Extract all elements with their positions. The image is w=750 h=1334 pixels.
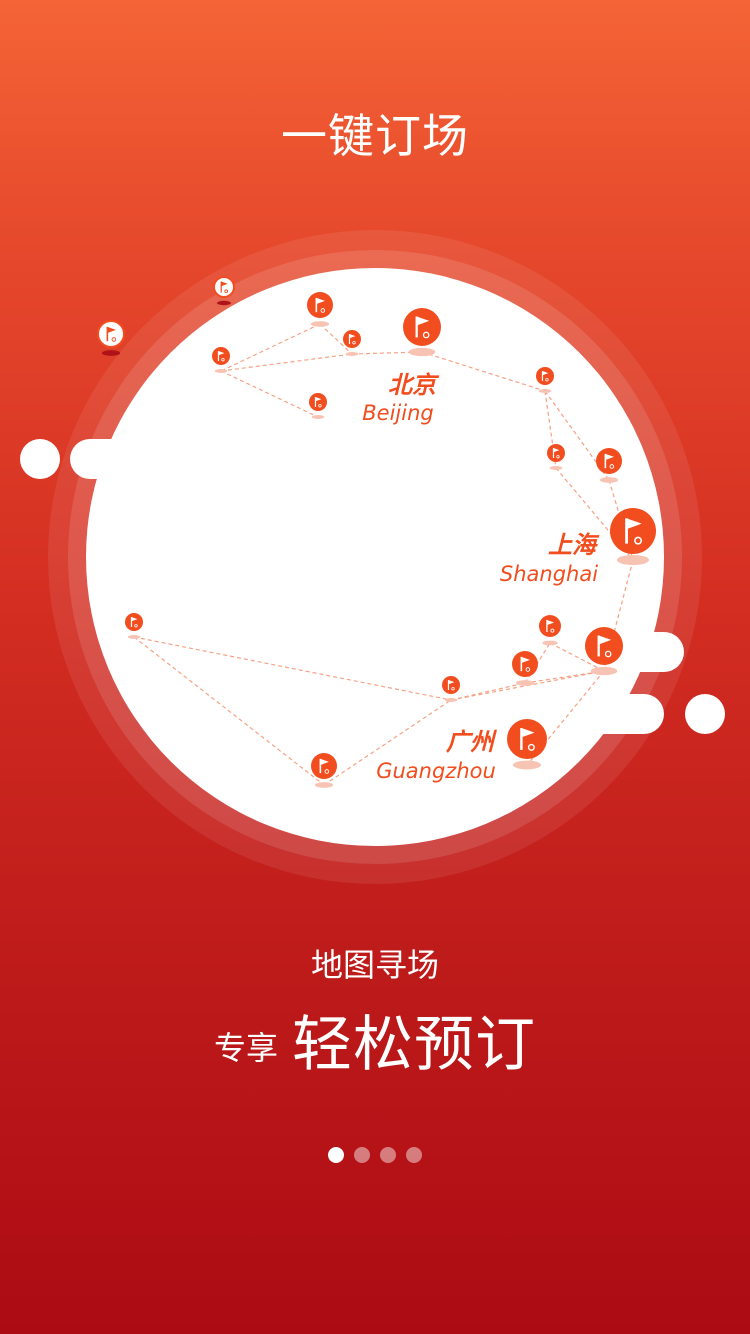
route-line bbox=[220, 353, 353, 372]
page-indicator bbox=[0, 1147, 750, 1163]
page-dot[interactable] bbox=[328, 1147, 344, 1163]
city-label-beijing-en: Beijing bbox=[362, 401, 433, 425]
page-dot[interactable] bbox=[406, 1147, 422, 1163]
headline: 专享 轻松预订 bbox=[0, 996, 750, 1083]
city-label-shanghai-en: Shanghai bbox=[500, 562, 598, 586]
route-line bbox=[220, 323, 321, 372]
city-label-guangzhou-zh: 广州 bbox=[446, 728, 497, 756]
golf-flag-pin-icon bbox=[213, 276, 235, 306]
city-label-shanghai-zh: 上海 bbox=[548, 531, 600, 559]
page-dot[interactable] bbox=[380, 1147, 396, 1163]
page-dot[interactable] bbox=[354, 1147, 370, 1163]
route-line bbox=[220, 370, 319, 418]
route-line bbox=[450, 682, 526, 701]
golf-flag-pin-icon bbox=[311, 753, 337, 788]
golf-flag-pin-icon bbox=[512, 651, 538, 686]
golf-flag-pin-icon bbox=[547, 444, 565, 470]
golf-flag-pin-icon bbox=[307, 292, 333, 327]
golf-flag-pin-icon bbox=[309, 393, 327, 419]
city-label-beijing-zh: 北京 bbox=[388, 371, 440, 399]
route-line bbox=[133, 636, 325, 786]
golf-flag-pin-icon bbox=[212, 347, 230, 373]
golf-flag-pin-icon bbox=[97, 320, 125, 356]
golf-flag-pin-icon bbox=[125, 613, 143, 639]
golf-flag-pin-icon bbox=[610, 508, 656, 566]
golf-flag-pin-icon bbox=[403, 308, 441, 357]
route-line bbox=[421, 351, 546, 392]
golf-flag-pin-icon bbox=[507, 719, 547, 770]
headline-main: 轻松预订 bbox=[292, 1010, 536, 1080]
golf-flag-pin-icon bbox=[442, 676, 460, 702]
golf-flag-pin-icon bbox=[585, 627, 623, 676]
golf-flag-pin-icon bbox=[539, 615, 561, 646]
course-map: 北京 Beijing 上海 Shanghai 广州 Guangzhou bbox=[97, 276, 656, 788]
subtitle: 地图寻场 bbox=[310, 946, 439, 984]
golf-flag-pin-icon bbox=[596, 448, 622, 483]
route-line bbox=[133, 636, 452, 701]
golf-flag-pin-icon bbox=[343, 330, 361, 356]
city-label-guangzhou-en: Guangzhou bbox=[376, 759, 496, 783]
headline-prefix: 专享 bbox=[213, 1029, 278, 1067]
